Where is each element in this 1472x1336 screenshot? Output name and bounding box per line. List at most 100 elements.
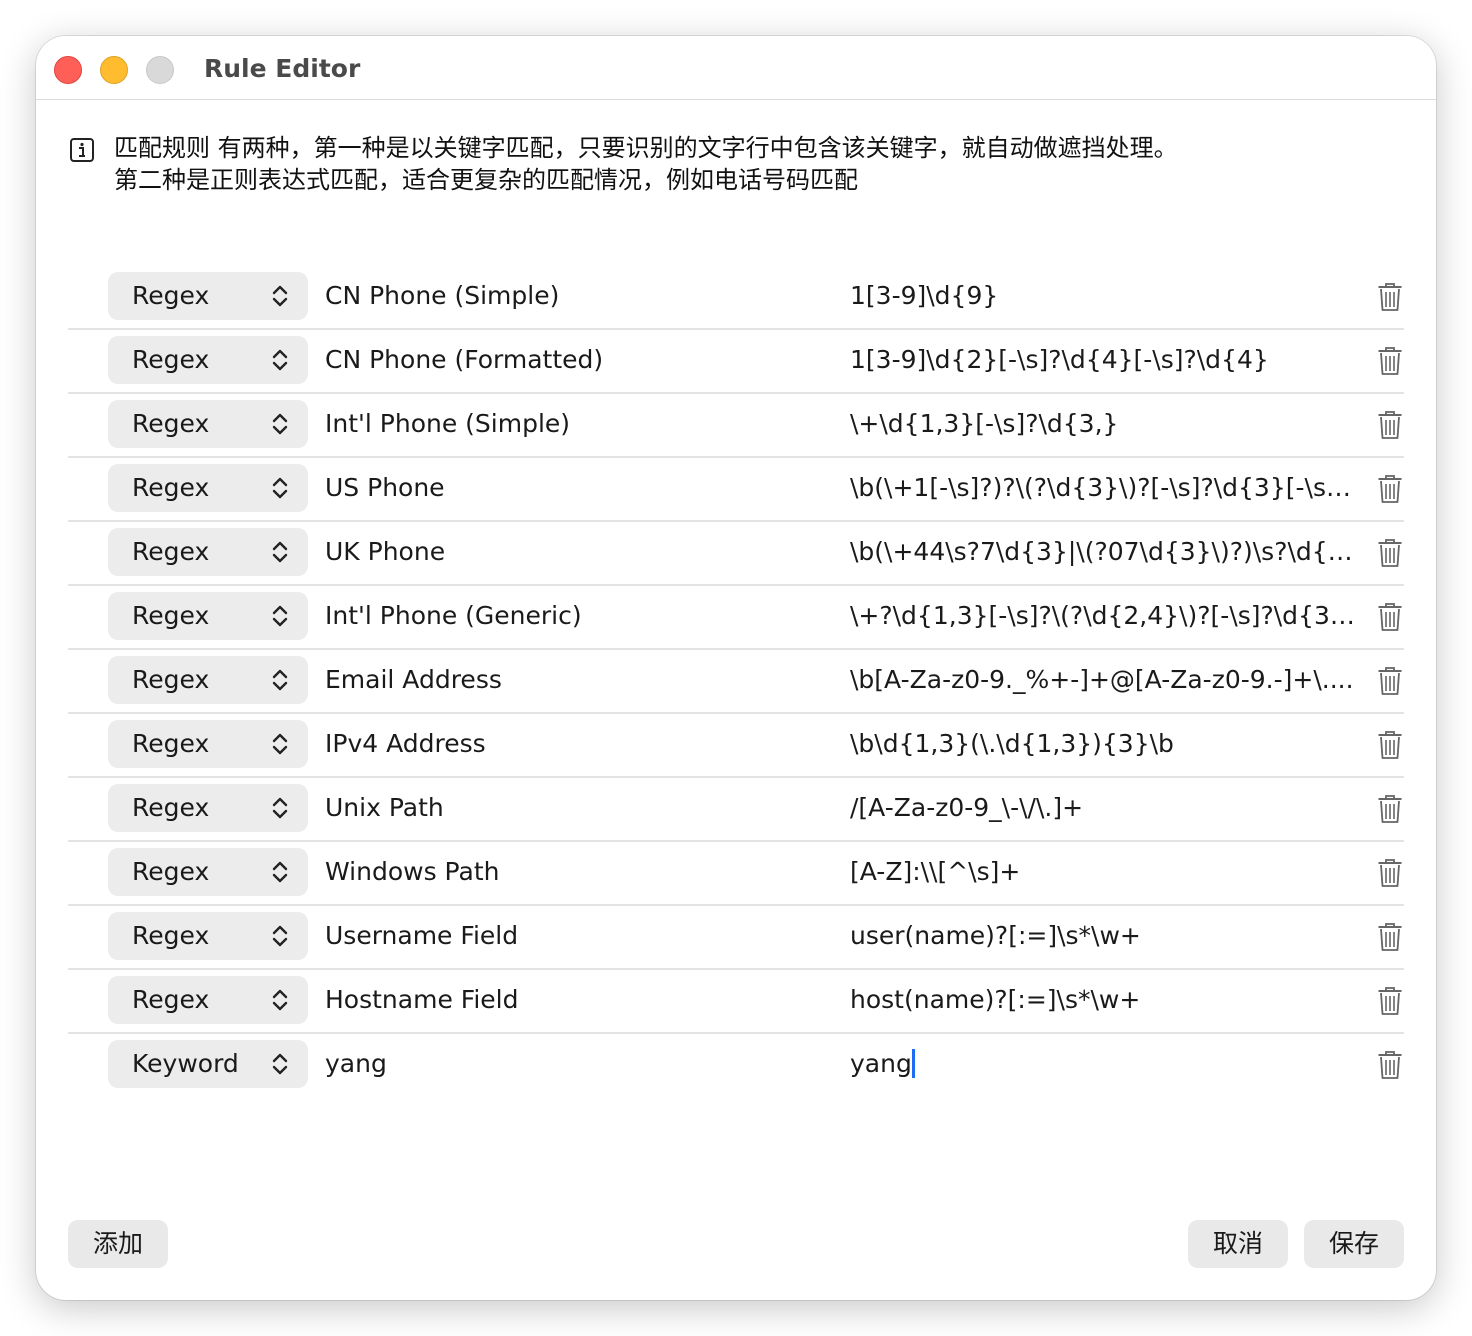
rule-pattern-field[interactable]: \b(\+44\s?7\d{3}|\(?07\d{3}\)?)\s?\d{3}\… bbox=[850, 537, 1360, 567]
rule-pattern-field[interactable]: yang bbox=[850, 1049, 1360, 1079]
rule-type-select[interactable]: Regex bbox=[108, 784, 308, 832]
window-title: Rule Editor bbox=[204, 54, 361, 83]
chevron-updown-icon bbox=[272, 541, 288, 563]
minimize-button[interactable] bbox=[100, 56, 128, 84]
rule-pattern-field[interactable]: \b[A-Za-z0-9._%+-]+@[A-Za-z0-9.-]+\.... bbox=[850, 665, 1360, 695]
trash-icon[interactable] bbox=[1377, 986, 1403, 1016]
rule-type-select[interactable]: Regex bbox=[108, 592, 308, 640]
cancel-button[interactable]: 取消 bbox=[1188, 1220, 1288, 1268]
rule-type-select[interactable]: Regex bbox=[108, 528, 308, 576]
info-text-line-1: 匹配规则 有两种，第一种是以关键字匹配，只要识别的文字行中包含该关键字，就自动做… bbox=[114, 134, 1178, 162]
rule-pattern-field[interactable]: \b(\+1[-\s]?)?\(?\d{3}\)?[-\s]?\d{3}[-\s… bbox=[850, 473, 1360, 503]
rule-pattern-field[interactable]: user(name)?[:=]\s*\w+ bbox=[850, 921, 1360, 951]
trash-icon[interactable] bbox=[1377, 666, 1403, 696]
rule-type-label: Regex bbox=[132, 281, 210, 310]
trash-icon[interactable] bbox=[1377, 474, 1403, 504]
rule-type-select[interactable]: Regex bbox=[108, 976, 308, 1024]
rule-type-label: Regex bbox=[132, 409, 210, 438]
info-icon bbox=[70, 138, 94, 162]
rule-type-select[interactable]: Regex bbox=[108, 464, 308, 512]
rule-row: Regex CN Phone (Simple) 1[3-9]\d{9} bbox=[68, 266, 1404, 330]
text-cursor bbox=[911, 1049, 915, 1078]
rule-pattern-field[interactable]: 1[3-9]\d{9} bbox=[850, 281, 1360, 311]
trash-icon[interactable] bbox=[1377, 794, 1403, 824]
rule-type-label: Regex bbox=[132, 601, 210, 630]
chevron-updown-icon bbox=[272, 797, 288, 819]
chevron-updown-icon bbox=[272, 669, 288, 691]
rule-type-select[interactable]: Regex bbox=[108, 400, 308, 448]
rule-pattern-field[interactable]: \+\d{1,3}[-\s]?\d{3,} bbox=[850, 409, 1360, 439]
rule-row: Regex CN Phone (Formatted) 1[3-9]\d{2}[-\s… bbox=[68, 330, 1404, 394]
chevron-updown-icon bbox=[272, 861, 288, 883]
rule-pattern-field[interactable]: host(name)?[:=]\s*\w+ bbox=[850, 985, 1360, 1015]
rule-name-field[interactable]: IPv4 Address bbox=[325, 729, 486, 759]
rule-name-field[interactable]: Email Address bbox=[325, 665, 502, 695]
rule-name-field[interactable]: UK Phone bbox=[325, 537, 445, 567]
rule-type-label: Regex bbox=[132, 345, 210, 374]
rule-pattern-field[interactable]: \+?\d{1,3}[-\s]?\(?\d{2,4}\)?[-\s]?\d{3,… bbox=[850, 601, 1360, 631]
rule-name-field[interactable]: Windows Path bbox=[325, 857, 499, 887]
rule-pattern-text: \+?\d{1,3}[-\s]?\(?\d{2,4}\)?[-\s]?\d{3,… bbox=[850, 601, 1360, 630]
rule-pattern-text: \b(\+44\s?7\d{3}|\(?07\d{3}\)?)\s?\d{3}\… bbox=[850, 537, 1360, 566]
save-button[interactable]: 保存 bbox=[1304, 1220, 1404, 1268]
rule-pattern-text: \b(\+1[-\s]?)?\(?\d{3}\)?[-\s]?\d{3}[-\s… bbox=[850, 473, 1360, 502]
chevron-updown-icon bbox=[272, 349, 288, 371]
rules-list: Regex CN Phone (Simple) 1[3-9]\d{9} Regex CN… bbox=[68, 266, 1404, 1098]
rule-type-select[interactable]: Regex bbox=[108, 848, 308, 896]
rule-pattern-text: \b[A-Za-z0-9._%+-]+@[A-Za-z0-9.-]+\.... bbox=[850, 665, 1354, 694]
rule-row: Keyword yang yang bbox=[68, 1034, 1404, 1098]
rule-type-label: Regex bbox=[132, 537, 210, 566]
trash-icon[interactable] bbox=[1377, 602, 1403, 632]
trash-icon[interactable] bbox=[1377, 1050, 1403, 1080]
rule-type-label: Regex bbox=[132, 473, 210, 502]
rule-type-label: Regex bbox=[132, 793, 210, 822]
trash-icon[interactable] bbox=[1377, 858, 1403, 888]
rule-type-select[interactable]: Regex bbox=[108, 656, 308, 704]
rule-row: Regex US Phone \b(\+1[-\s]?)?\(?\d{3}\)?[-… bbox=[68, 458, 1404, 522]
rule-name-field[interactable]: US Phone bbox=[325, 473, 445, 503]
rule-type-label: Regex bbox=[132, 857, 210, 886]
trash-icon[interactable] bbox=[1377, 538, 1403, 568]
rule-name-field[interactable]: Hostname Field bbox=[325, 985, 518, 1015]
rule-name-field[interactable]: yang bbox=[325, 1049, 387, 1079]
rule-type-select[interactable]: Regex bbox=[108, 912, 308, 960]
trash-icon[interactable] bbox=[1377, 410, 1403, 440]
trash-icon[interactable] bbox=[1377, 922, 1403, 952]
rule-row: Regex Hostname Field host(name)?[:=]\s*\w+ bbox=[68, 970, 1404, 1034]
rule-row: Regex Int'l Phone (Generic) \+?\d{1,3}[-\s… bbox=[68, 586, 1404, 650]
rule-type-select[interactable]: Regex bbox=[108, 720, 308, 768]
rule-row: Regex Email Address \b[A-Za-z0-9._%+-]+@[A… bbox=[68, 650, 1404, 714]
chevron-updown-icon bbox=[272, 1053, 288, 1075]
rule-name-field[interactable]: Int'l Phone (Generic) bbox=[325, 601, 582, 631]
rule-type-label: Regex bbox=[132, 729, 210, 758]
rule-row: Regex Int'l Phone (Simple) \+\d{1,3}[-\s]?… bbox=[68, 394, 1404, 458]
trash-icon[interactable] bbox=[1377, 346, 1403, 376]
rule-pattern-text: 1[3-9]\d{2}[-\s]?\d{4}[-\s]?\d{4} bbox=[850, 345, 1269, 374]
rule-pattern-text: user(name)?[:=]\s*\w+ bbox=[850, 921, 1141, 950]
rule-name-field[interactable]: CN Phone (Simple) bbox=[325, 281, 559, 311]
trash-icon[interactable] bbox=[1377, 730, 1403, 760]
trash-icon[interactable] bbox=[1377, 282, 1403, 312]
add-button[interactable]: 添加 bbox=[68, 1220, 168, 1268]
rule-name-field[interactable]: Username Field bbox=[325, 921, 518, 951]
rule-name-field[interactable]: Unix Path bbox=[325, 793, 444, 823]
chevron-updown-icon bbox=[272, 605, 288, 627]
rule-name-field[interactable]: CN Phone (Formatted) bbox=[325, 345, 603, 375]
rule-pattern-text: \b\d{1,3}(\.\d{1,3}){3}\b bbox=[850, 729, 1174, 758]
rule-pattern-field[interactable]: [A-Z]:\\[^\s]+ bbox=[850, 857, 1360, 887]
rule-row: Regex Unix Path /[A-Za-z0-9_\-\/\.]+ bbox=[68, 778, 1404, 842]
rule-name-field[interactable]: Int'l Phone (Simple) bbox=[325, 409, 570, 439]
chevron-updown-icon bbox=[272, 413, 288, 435]
rule-pattern-field[interactable]: 1[3-9]\d{2}[-\s]?\d{4}[-\s]?\d{4} bbox=[850, 345, 1360, 375]
close-button[interactable] bbox=[54, 56, 82, 84]
rule-pattern-text: /[A-Za-z0-9_\-\/\.]+ bbox=[850, 793, 1084, 822]
rule-pattern-text: 1[3-9]\d{9} bbox=[850, 281, 999, 310]
chevron-updown-icon bbox=[272, 733, 288, 755]
rule-pattern-field[interactable]: /[A-Za-z0-9_\-\/\.]+ bbox=[850, 793, 1360, 823]
zoom-button bbox=[146, 56, 174, 84]
rule-type-select[interactable]: Regex bbox=[108, 336, 308, 384]
info-text-line-2: 第二种是正则表达式匹配，适合更复杂的匹配情况，例如电话号码匹配 bbox=[114, 166, 858, 194]
rule-type-select[interactable]: Regex bbox=[108, 272, 308, 320]
rule-pattern-field[interactable]: \b\d{1,3}(\.\d{1,3}){3}\b bbox=[850, 729, 1360, 759]
rule-type-select[interactable]: Keyword bbox=[108, 1040, 308, 1088]
